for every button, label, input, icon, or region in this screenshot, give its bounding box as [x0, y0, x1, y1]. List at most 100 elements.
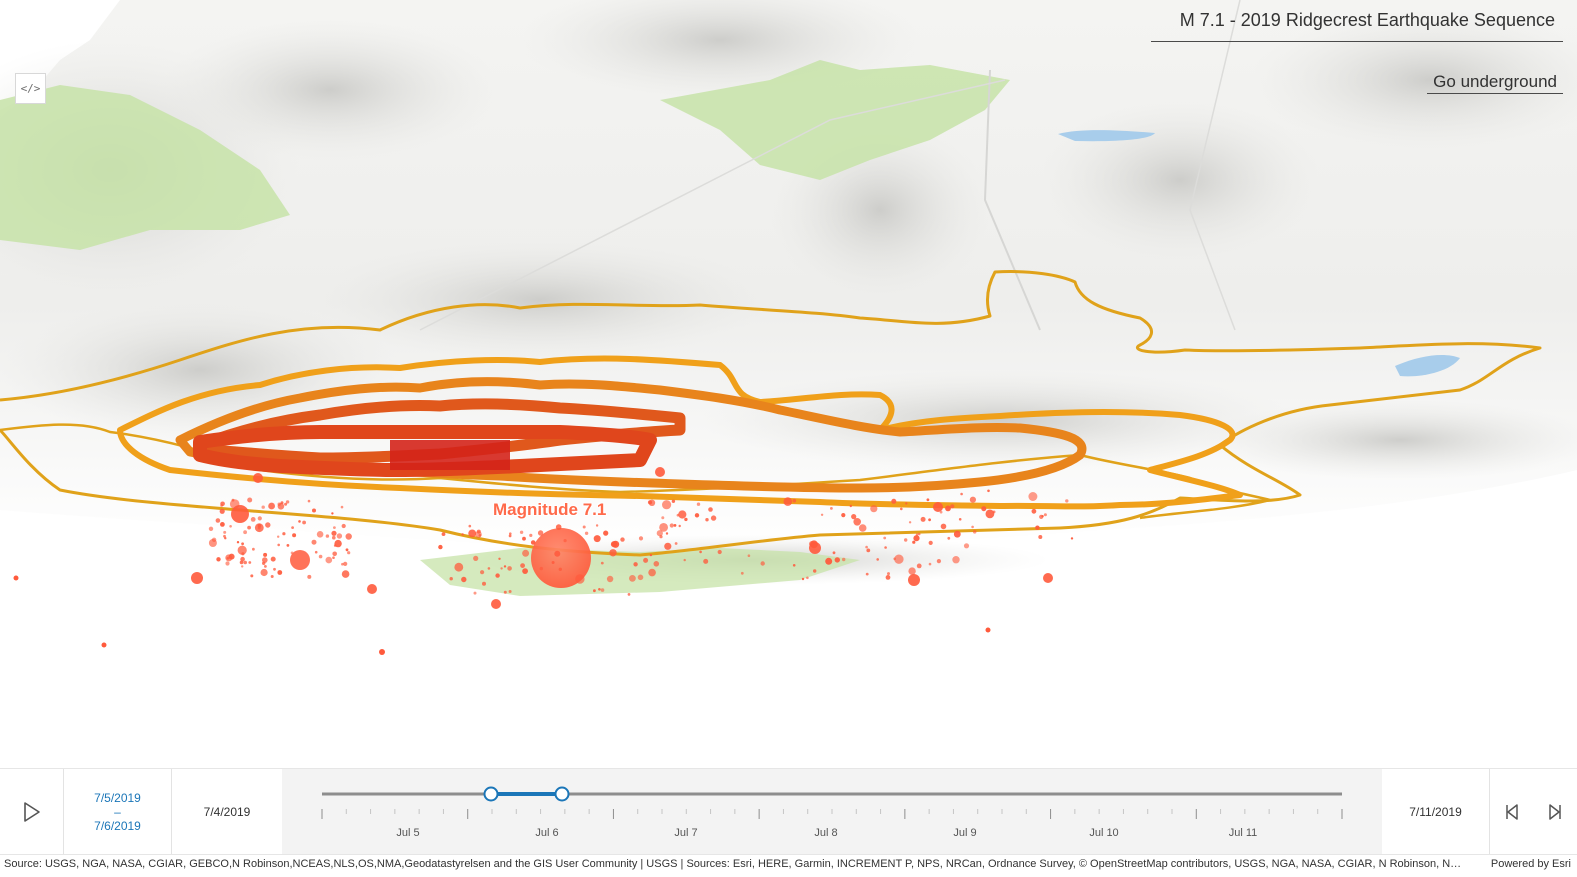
quake-point[interactable] — [987, 489, 990, 493]
quake-point[interactable] — [325, 534, 330, 538]
quake-point[interactable] — [671, 499, 676, 503]
quake-point[interactable] — [508, 534, 512, 538]
quake-point[interactable] — [661, 516, 665, 520]
quake-point[interactable] — [637, 574, 644, 581]
quake-point[interactable] — [286, 544, 290, 547]
quake-point[interactable] — [760, 561, 765, 566]
quake-point[interactable] — [708, 507, 713, 512]
quake-point[interactable] — [915, 533, 919, 536]
quake-point[interactable] — [264, 565, 267, 568]
quake-point[interactable] — [920, 516, 926, 522]
quake-point[interactable] — [277, 535, 280, 538]
quake-point[interactable] — [820, 513, 824, 516]
quake-point[interactable] — [971, 525, 974, 529]
quake-point[interactable] — [1028, 492, 1038, 501]
quake-point[interactable] — [945, 505, 951, 512]
quake-point[interactable] — [219, 508, 225, 514]
quake-point[interactable] — [633, 562, 638, 567]
quake-point[interactable] — [347, 551, 351, 555]
attribution-bar[interactable]: Source: USGS, NGA, NASA, CGIAR, GEBCO,N … — [0, 854, 1577, 877]
quake-point[interactable] — [893, 557, 896, 561]
quake-point[interactable] — [247, 497, 253, 503]
quake-point[interactable] — [263, 552, 268, 557]
quake-point[interactable] — [705, 518, 709, 522]
quake-point[interactable] — [740, 571, 744, 575]
next-step-button[interactable] — [1532, 769, 1577, 855]
quake-point[interactable] — [231, 498, 235, 502]
quake-point[interactable] — [947, 536, 951, 540]
quake-point[interactable] — [678, 524, 681, 528]
quake-point[interactable] — [273, 567, 276, 571]
quake-point[interactable] — [333, 544, 337, 547]
quake-point[interactable] — [554, 550, 561, 557]
quake-point[interactable] — [282, 532, 286, 536]
quake-point[interactable] — [1065, 499, 1069, 503]
quake-point[interactable] — [958, 518, 962, 521]
quake-point[interactable] — [265, 522, 271, 528]
quake-point[interactable] — [865, 545, 868, 549]
quake-point[interactable] — [648, 568, 656, 577]
quake-point[interactable] — [500, 567, 503, 570]
quake-point[interactable] — [952, 556, 960, 564]
quake-point[interactable] — [643, 557, 649, 563]
quake-point[interactable] — [332, 551, 338, 557]
quake-point[interactable] — [678, 510, 687, 519]
quake-point[interactable] — [664, 542, 672, 550]
quake-point[interactable] — [598, 588, 601, 591]
quake-point[interactable] — [992, 510, 996, 514]
quake-point[interactable] — [940, 523, 947, 530]
quake-point[interactable] — [220, 504, 224, 507]
quake-point[interactable] — [1031, 508, 1037, 514]
quake-point[interactable] — [539, 566, 543, 571]
quake-point[interactable] — [336, 533, 343, 539]
quake-point[interactable] — [825, 557, 833, 565]
quake-point[interactable] — [870, 505, 878, 513]
quake-point[interactable] — [225, 561, 230, 566]
quake-point[interactable] — [243, 530, 248, 535]
quake-point[interactable] — [468, 529, 477, 538]
quake-point[interactable] — [482, 581, 486, 586]
quake-point[interactable] — [331, 530, 337, 536]
quake-point[interactable] — [653, 561, 660, 567]
quake-point[interactable] — [341, 523, 346, 529]
quake-point[interactable] — [277, 502, 281, 506]
quake-point[interactable] — [307, 574, 312, 579]
quake-point[interactable] — [575, 574, 585, 584]
quake-point[interactable] — [555, 524, 562, 530]
quake-point[interactable] — [858, 524, 867, 532]
quake-point[interactable] — [257, 516, 262, 521]
quake-point[interactable] — [522, 549, 530, 557]
quake-point[interactable] — [225, 554, 233, 562]
quake-point[interactable] — [475, 531, 482, 538]
quake-point[interactable] — [529, 533, 533, 538]
quake-point[interactable] — [783, 497, 793, 506]
quake-point[interactable] — [905, 502, 908, 505]
quake-point[interactable] — [699, 550, 702, 554]
quake-point[interactable] — [307, 499, 311, 503]
quake-point[interactable] — [595, 524, 599, 527]
quake-point[interactable] — [609, 549, 617, 557]
quake-point[interactable] — [1070, 537, 1074, 540]
quake-point[interactable] — [480, 570, 485, 575]
quake-point[interactable] — [241, 542, 245, 546]
quake-point[interactable] — [600, 561, 604, 565]
quake-point[interactable] — [332, 556, 335, 559]
quake-point[interactable] — [900, 507, 903, 511]
quake-point[interactable] — [243, 560, 247, 565]
quake-point[interactable] — [503, 565, 507, 568]
quake-point[interactable] — [627, 593, 631, 596]
quake-point[interactable] — [522, 536, 526, 541]
quake-point[interactable] — [270, 556, 276, 562]
slider-thumb-start[interactable] — [483, 786, 499, 802]
quake-point[interactable] — [332, 535, 336, 540]
quake-point[interactable] — [236, 541, 240, 544]
quake-point[interactable] — [887, 572, 890, 576]
quake-point[interactable] — [928, 562, 932, 566]
quake-point[interactable] — [340, 505, 344, 509]
quake-point[interactable] — [866, 548, 871, 553]
quake-point[interactable] — [916, 563, 922, 569]
quake-point[interactable] — [345, 533, 352, 540]
quake-point[interactable] — [801, 577, 805, 581]
quake-point[interactable] — [939, 510, 943, 514]
quake-point[interactable] — [972, 530, 977, 534]
